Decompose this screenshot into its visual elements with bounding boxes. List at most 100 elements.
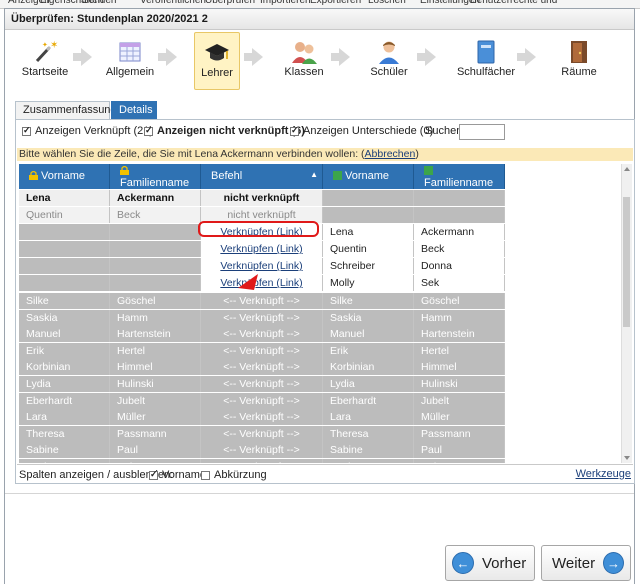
cell-vorname: Saskia [19,309,110,326]
top-menu-item[interactable]: Benutzerrechte und [470,0,557,6]
student-icon [374,37,404,67]
table-row[interactable]: Manuel Hartenstein <-- Verknüpft --> Manuel… [19,326,505,343]
step-arrow-icon [158,48,177,66]
arrow-right-icon: → [603,552,624,574]
cell-vorname: Sabine [323,442,414,459]
table-row[interactable]: Erik Hertel <-- Verknüpft --> Erik Hertel [19,342,505,360]
scroll-down-icon[interactable] [624,456,630,460]
step-allgemein[interactable]: Allgemein [106,32,154,88]
cell-empty [110,241,201,257]
top-menu-item[interactable]: Veröffentlichen [140,0,206,6]
column-header-label: Vorname [41,170,86,182]
cell-befehl: <-- Verknüpft --> [201,442,323,459]
cell-befehl: Verknüpfen (Link) [201,258,323,274]
checkbox-not-linked[interactable] [144,125,153,136]
table-row[interactable]: Eberhardt Jubelt <-- Verknüpft --> Eberhard… [19,392,505,410]
next-button[interactable]: Weiter → [541,545,631,581]
cell-empty [323,207,414,223]
filter-not-linked[interactable]: Anzeigen nicht verknüpft (6) [144,125,305,137]
cell-familienname: Müller [414,409,505,426]
top-menu-item[interactable]: Löschen [368,0,406,6]
step-lehrer[interactable]: Lehrer [194,32,240,90]
table-row[interactable]: MariusPolster<-- Verknüpft -->MariusPols… [19,459,505,463]
table-row[interactable]: Theresa Passmann <-- Verknüpft --> Theresa P… [19,425,505,443]
column-header-familienname-2[interactable]: Familienname [414,164,505,189]
cell-empty [414,190,505,206]
filter-differences[interactable]: Anzeigen Unterschiede (0) [290,125,433,137]
toggle-abkuerzung[interactable]: Abkürzung [201,469,267,481]
column-header-label: Familienname [120,177,190,189]
hint-bar: Bitte wählen Sie die Zeile, die Sie mit … [17,148,633,161]
cell-befehl: <-- Verknüpft --> [201,409,323,426]
table-row[interactable]: Silke Göschel <-- Verknüpft --> Silke Gösche… [19,293,505,310]
column-header-vorname-2[interactable]: Vorname [323,164,414,189]
vertical-scrollbar[interactable] [621,164,632,463]
cell-empty [19,275,110,291]
candidate-row[interactable]: Verknüpfen (Link) Quentin Beck [19,241,505,258]
table-row[interactable]: Korbinian Himmel <-- Verknüpft --> Korbinia… [19,359,505,376]
cancel-link[interactable]: Abbrechen [365,148,416,160]
top-menu-item[interactable]: Überprüfen [205,0,255,6]
cell-befehl: <-- Verknüpft --> [201,425,323,442]
excel-icon [333,171,342,180]
cell-befehl: <-- Verknüpft --> [201,326,323,343]
cell-vorname: Korbinian [19,359,110,376]
column-header-vorname[interactable]: Vorname [19,164,110,189]
calendar-grid-icon [115,37,145,67]
table-row[interactable]: Lara Müller <-- Verknüpft --> Lara Müller [19,409,505,426]
cell-befehl: <-- Verknüpft --> [201,392,323,409]
cell-familienname: Hulinski [414,376,505,392]
tab-details[interactable]: Details [111,101,157,119]
filter-linked[interactable]: Anzeigen Verknüpft (21) [22,125,153,137]
cell-familienname: Paul [414,442,505,459]
cell-familienname: Himmel [110,359,201,376]
column-header-label: Vorname [345,170,390,182]
step-startseite[interactable]: ✶ ✦ Startseite [22,32,68,88]
link-button[interactable]: Verknüpfen (Link) [220,260,302,272]
step-raeume[interactable]: Räume [557,32,601,88]
top-menu-item[interactable]: Exportieren [310,0,361,6]
cell-befehl: <-- Verknüpft --> [201,293,323,309]
cell-familienname: Hartenstein [414,326,505,343]
top-menu-item[interactable]: Senden [82,0,116,6]
link-button[interactable]: Verknüpfen (Link) [220,277,302,289]
checkbox-vorname[interactable] [149,469,158,480]
tools-link[interactable]: Werkzeuge [576,468,631,480]
cell-vorname: Erik [323,342,414,359]
table-row[interactable]: Sabine Paul <-- Verknüpft --> Sabine Paul [19,442,505,459]
top-menu-item[interactable]: Importieren [260,0,311,6]
table-row-selected[interactable]: Lena Ackermann nicht verknüpft [19,190,505,207]
step-schueler[interactable]: Schüler [367,32,411,88]
checkbox-differences[interactable] [290,125,299,136]
search-input[interactable] [459,124,505,140]
cell-familienname: Passmann [414,425,505,442]
cell-befehl: Verknüpfen (Link) [201,275,323,291]
cell-vorname: Lydia [323,376,414,392]
checkbox-abkuerzung[interactable] [201,470,210,480]
step-schulfaecher[interactable]: Schulfächer [457,32,515,88]
wizard-steps: ✶✦ Startseite Allgemein Lehrer Klassen [5,30,634,96]
toggle-vorname-label: Vorname [162,469,207,481]
checkbox-linked[interactable] [22,125,31,136]
toggle-vorname[interactable]: Vorname [149,469,206,481]
column-header-befehl[interactable]: Befehl ▲ [201,164,323,189]
table-row[interactable]: Saskia Hamm <-- Verknüpft --> Saskia Hamm [19,309,505,327]
back-button[interactable]: ← Vorher [445,545,535,581]
step-klassen[interactable]: Klassen [282,32,326,88]
candidate-row[interactable]: Verknüpfen (Link) Molly Sek [19,275,505,292]
details-panel: Anzeigen Verknüpft (21) Anzeigen nicht v… [15,119,635,484]
door-icon [564,37,594,67]
cell-vorname: Eberhardt [323,392,414,409]
scroll-up-icon[interactable] [624,167,630,171]
cell-vorname: Silke [19,293,110,309]
column-header-familienname[interactable]: Familienname [110,164,201,189]
candidate-row[interactable]: Verknüpfen (Link) Schreiber Donna [19,258,505,275]
table-row[interactable]: Lydia Hulinski <-- Verknüpft --> Lydia Hulin… [19,376,505,393]
cell-familienname: Hertel [110,342,201,359]
cell-empty [414,207,505,223]
cell-vorname: Lena [323,224,414,240]
scroll-thumb[interactable] [623,197,630,327]
cell-familienname: Hulinski [110,376,201,392]
link-button[interactable]: Verknüpfen (Link) [220,243,302,255]
tab-zusammenfassung[interactable]: Zusammenfassung [15,101,117,119]
